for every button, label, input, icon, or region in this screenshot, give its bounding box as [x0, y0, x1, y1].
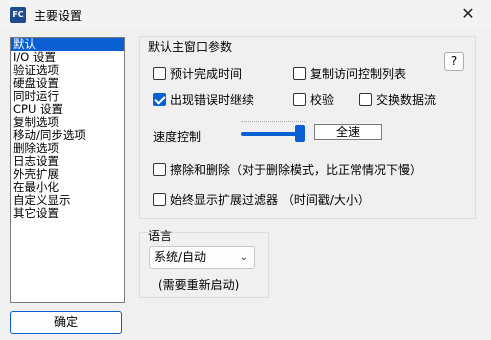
continue-on-error-checkbox[interactable]: 出现错误时继续 — [153, 92, 254, 108]
list-item[interactable]: CPU 设置 — [11, 103, 124, 116]
list-item[interactable]: 硬盘设置 — [11, 77, 124, 90]
checkbox-label: 校验 — [310, 93, 335, 107]
checkbox-box[interactable] — [293, 67, 306, 80]
list-item[interactable]: I/O 设置 — [11, 51, 124, 64]
restart-note: (需要重新启动) — [158, 278, 240, 292]
help-button[interactable]: ? — [444, 52, 464, 71]
checkbox-box[interactable] — [153, 193, 166, 206]
main-window-params-title: 默认主窗口参数 — [148, 38, 233, 55]
speed-value-field: 全速 — [314, 124, 382, 140]
checkbox-label: 复制访问控制列表 — [310, 67, 407, 81]
checkbox-label: 预计完成时间 — [170, 67, 243, 81]
list-item[interactable]: 默认 — [11, 38, 124, 51]
chevron-down-icon: ⌄ — [239, 252, 248, 263]
language-select[interactable]: 系统/自动 ⌄ — [149, 246, 255, 269]
checkbox-box[interactable] — [153, 67, 166, 80]
speed-slider-thumb[interactable] — [295, 125, 305, 142]
language-title: 语言 — [148, 227, 173, 244]
list-item[interactable]: 自定义显示 — [11, 194, 124, 207]
list-item[interactable]: 删除选项 — [11, 142, 124, 155]
list-item[interactable]: 验证选项 — [11, 64, 124, 77]
close-icon[interactable]: ✕ — [445, 0, 491, 30]
list-item[interactable]: 其它设置 — [11, 207, 124, 220]
checkbox-box[interactable] — [359, 93, 372, 106]
checkbox-label: 擦除和删除（对于删除模式，比正常情况下慢） — [170, 163, 423, 177]
checkbox-label: 交换数据流 — [376, 93, 437, 107]
list-item[interactable]: 日志设置 — [11, 155, 124, 168]
copy-acl-checkbox[interactable]: 复制访问控制列表 — [293, 66, 406, 82]
list-item[interactable]: 移动/同步选项 — [11, 129, 124, 142]
language-selected-value: 系统/自动 — [154, 250, 207, 264]
verify-checkbox[interactable]: 校验 — [293, 92, 334, 108]
estimate-time-checkbox[interactable]: 预计完成时间 — [153, 66, 242, 82]
speed-slider-fill — [241, 132, 300, 136]
list-item[interactable]: 复制选项 — [11, 116, 124, 129]
show-filter-checkbox[interactable]: 始终显示扩展过滤器 （时间戳/大小） — [153, 192, 370, 208]
checkbox-box[interactable] — [153, 93, 166, 106]
checkbox-box[interactable] — [293, 93, 306, 106]
category-list[interactable]: 默认 I/O 设置 验证选项 硬盘设置 同时运行 CPU 设置 复制选项 移动/同步选项 删除选… — [10, 37, 125, 303]
swap-streams-checkbox[interactable]: 交换数据流 — [359, 92, 436, 108]
app-icon: FC — [10, 7, 26, 23]
list-item[interactable]: 在最小化 — [11, 181, 124, 194]
title-bar: FC 主要设置 ✕ — [0, 0, 491, 30]
list-item[interactable]: 外壳扩展 — [11, 168, 124, 181]
checkbox-box[interactable] — [153, 163, 166, 176]
checkbox-label: 始终显示扩展过滤器 （时间戳/大小） — [170, 193, 370, 207]
wipe-delete-checkbox[interactable]: 擦除和删除（对于删除模式，比正常情况下慢） — [153, 162, 422, 178]
checkbox-label: 出现错误时继续 — [170, 93, 255, 107]
slider-ticks — [241, 121, 305, 124]
window-title: 主要设置 — [34, 9, 83, 23]
list-item[interactable]: 同时运行 — [11, 90, 124, 103]
ok-button[interactable]: 确定 — [10, 311, 122, 334]
speed-control-label: 速度控制 — [153, 130, 202, 144]
